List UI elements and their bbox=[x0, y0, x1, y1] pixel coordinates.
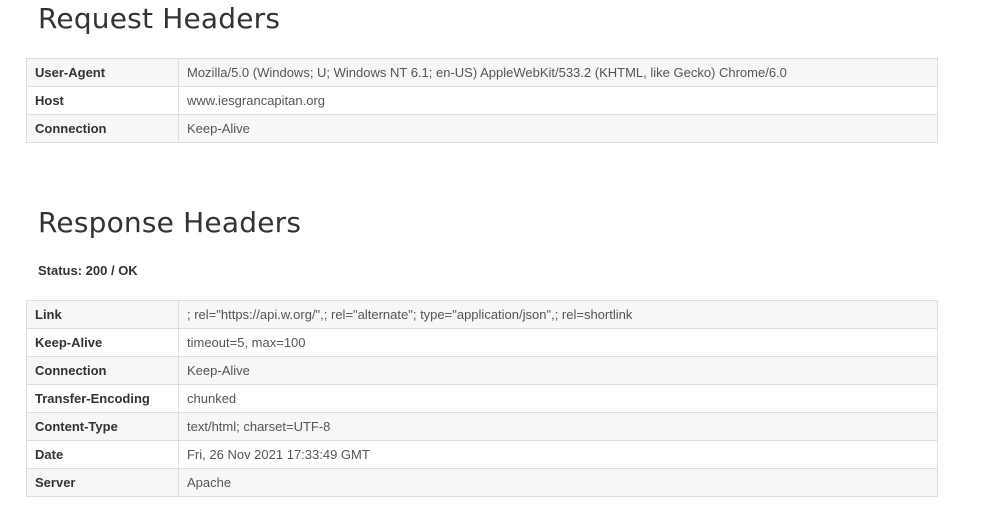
header-value: timeout=5, max=100 bbox=[178, 328, 938, 357]
header-name: Connection bbox=[26, 114, 179, 143]
header-value: Fri, 26 Nov 2021 17:33:49 GMT bbox=[178, 440, 938, 469]
header-value: ; rel="https://api.w.org/",; rel="altern… bbox=[178, 300, 938, 329]
response-headers-table: Link ; rel="https://api.w.org/",; rel="a… bbox=[26, 300, 938, 497]
table-row: Content-Type text/html; charset=UTF-8 bbox=[26, 412, 938, 441]
table-row: Connection Keep-Alive bbox=[26, 114, 938, 143]
request-headers-title: Request Headers bbox=[38, 2, 281, 35]
request-headers-table: User-Agent Mozilla/5.0 (Windows; U; Wind… bbox=[26, 58, 938, 143]
header-name: Link bbox=[26, 300, 179, 329]
header-value: www.iesgrancapitan.org bbox=[178, 86, 938, 115]
header-name: Connection bbox=[26, 356, 179, 385]
header-value: Mozilla/5.0 (Windows; U; Windows NT 6.1;… bbox=[178, 58, 938, 87]
header-value: chunked bbox=[178, 384, 938, 413]
header-name: Server bbox=[26, 468, 179, 497]
table-row: Connection Keep-Alive bbox=[26, 356, 938, 385]
response-headers-title: Response Headers bbox=[38, 206, 302, 239]
header-name: User-Agent bbox=[26, 58, 179, 87]
header-value: Apache bbox=[178, 468, 938, 497]
table-row: User-Agent Mozilla/5.0 (Windows; U; Wind… bbox=[26, 58, 938, 87]
header-value: text/html; charset=UTF-8 bbox=[178, 412, 938, 441]
status-text: Status: 200 / OK bbox=[38, 263, 138, 278]
header-name: Keep-Alive bbox=[26, 328, 179, 357]
table-row: Host www.iesgrancapitan.org bbox=[26, 86, 938, 115]
header-name: Content-Type bbox=[26, 412, 179, 441]
header-name: Date bbox=[26, 440, 179, 469]
table-row: Transfer-Encoding chunked bbox=[26, 384, 938, 413]
header-value: Keep-Alive bbox=[178, 114, 938, 143]
header-name: Host bbox=[26, 86, 179, 115]
table-row: Server Apache bbox=[26, 468, 938, 497]
table-row: Link ; rel="https://api.w.org/",; rel="a… bbox=[26, 300, 938, 329]
page: Request Headers User-Agent Mozilla/5.0 (… bbox=[0, 0, 988, 528]
header-value: Keep-Alive bbox=[178, 356, 938, 385]
table-row: Keep-Alive timeout=5, max=100 bbox=[26, 328, 938, 357]
header-name: Transfer-Encoding bbox=[26, 384, 179, 413]
table-row: Date Fri, 26 Nov 2021 17:33:49 GMT bbox=[26, 440, 938, 469]
